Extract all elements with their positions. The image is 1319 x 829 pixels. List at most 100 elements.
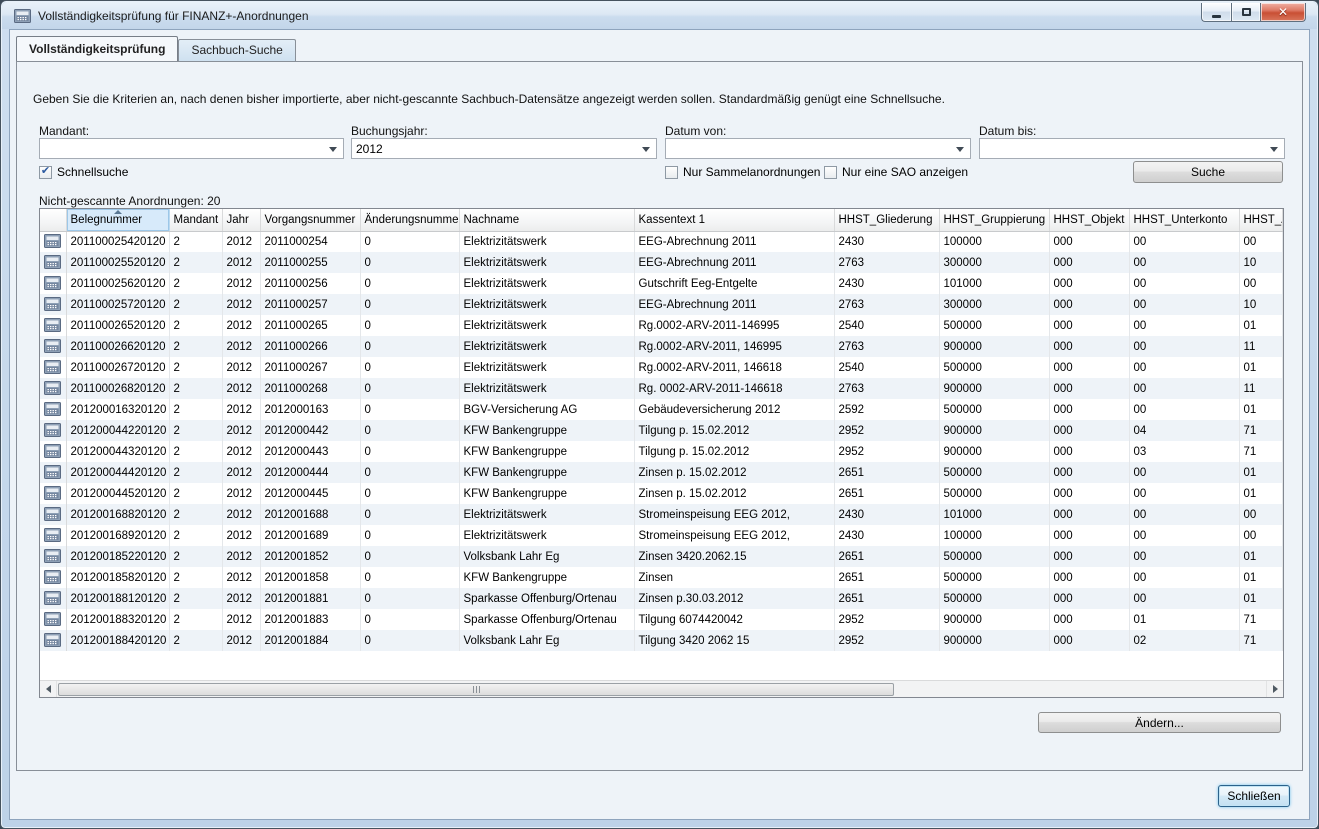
datum-bis-combobox[interactable]	[979, 138, 1285, 159]
column-header-nachname[interactable]: Nachname	[459, 209, 634, 231]
cell-hhst-gruppierung: 500000	[939, 567, 1049, 588]
titlebar[interactable]: Vollständigkeitsprüfung für FINANZ+-Anor…	[2, 2, 1317, 29]
cell-hhst-gruppierung: 100000	[939, 231, 1049, 252]
table-row[interactable]: 2012000445201202201220120004450KFW Banke…	[40, 483, 1283, 504]
row-ledger-icon[interactable]	[40, 504, 66, 525]
table-row[interactable]: 2011000255201202201220110002550Elektrizi…	[40, 252, 1283, 273]
column-header-jahr[interactable]: Jahr	[222, 209, 260, 231]
row-ledger-icon[interactable]	[40, 588, 66, 609]
row-ledger-icon[interactable]	[40, 252, 66, 273]
table-row[interactable]: 2012001858201202201220120018580KFW Banke…	[40, 567, 1283, 588]
cell-hhst-gliederung: 2952	[834, 609, 939, 630]
scrollbar-thumb[interactable]	[58, 683, 894, 696]
row-ledger-icon[interactable]	[40, 630, 66, 651]
table-row[interactable]: 2012000442201202201220120004420KFW Banke…	[40, 420, 1283, 441]
cell-jahr: 2012	[222, 294, 260, 315]
table-row[interactable]: 2011000257201202201220110002570Elektrizi…	[40, 294, 1283, 315]
table-row[interactable]: 2011000267201202201220110002670Elektrizi…	[40, 357, 1283, 378]
scroll-right-button[interactable]	[1266, 681, 1283, 698]
cell-hhst-gliederung: 2763	[834, 294, 939, 315]
table-row[interactable]: 2011000268201202201220110002680Elektrizi…	[40, 378, 1283, 399]
table-row[interactable]: 2012001852201202201220120018520Volksbank…	[40, 546, 1283, 567]
cell-nachname: Elektrizitätswerk	[459, 294, 634, 315]
nur-eine-sao-checkbox[interactable]: Nur eine SAO anzeigen	[824, 165, 968, 179]
column-header-vorgangsnummer[interactable]: Vorgangsnummer	[260, 209, 360, 231]
row-ledger-icon[interactable]	[40, 525, 66, 546]
row-ledger-icon[interactable]	[40, 231, 66, 252]
row-ledger-icon[interactable]	[40, 315, 66, 336]
cell-hhst-art: 01	[1239, 483, 1283, 504]
table-row[interactable]: 2012000443201202201220120004430KFW Banke…	[40, 441, 1283, 462]
table-row[interactable]: 2012001883201202201220120018830Sparkasse…	[40, 609, 1283, 630]
column-header-mandant[interactable]: Mandant	[169, 209, 222, 231]
table-row[interactable]: 2012000444201202201220120004440KFW Banke…	[40, 462, 1283, 483]
cell-belegnummer: 201200185820120	[66, 567, 169, 588]
scroll-left-button[interactable]	[40, 681, 57, 698]
result-count-label: Nicht-gescannte Anordnungen: 20	[39, 194, 220, 208]
row-ledger-icon[interactable]	[40, 462, 66, 483]
row-ledger-icon[interactable]	[40, 357, 66, 378]
nur-sammelanordnungen-checkbox[interactable]: Nur Sammelanordnungen	[665, 165, 820, 179]
schnellsuche-checkbox[interactable]: Schnellsuche	[39, 165, 128, 179]
row-ledger-icon[interactable]	[40, 273, 66, 294]
row-ledger-icon[interactable]	[40, 378, 66, 399]
aendern-button[interactable]: Ändern...	[1038, 712, 1281, 733]
cell-hhst-gruppierung: 500000	[939, 462, 1049, 483]
row-ledger-icon[interactable]	[40, 609, 66, 630]
table-row[interactable]: 2012001884201202201220120018840Volksbank…	[40, 630, 1283, 651]
horizontal-scrollbar[interactable]	[40, 680, 1283, 697]
suche-button[interactable]: Suche	[1133, 161, 1283, 183]
cell-hhst-unterkonto: 00	[1129, 273, 1239, 294]
column-header-hhst-gruppierung[interactable]: HHST_Gruppierung	[939, 209, 1049, 231]
cell-hhst-objekt: 000	[1049, 546, 1129, 567]
cell-kassentext-1: Rg.0002-ARV-2011, 146618	[634, 357, 834, 378]
row-ledger-icon[interactable]	[40, 420, 66, 441]
cell-hhst-unterkonto: 00	[1129, 546, 1239, 567]
column-header-belegnummer[interactable]: Belegnummer	[66, 209, 169, 231]
cell-jahr: 2012	[222, 546, 260, 567]
column-header-hhst-unterkonto[interactable]: HHST_Unterkonto	[1129, 209, 1239, 231]
tab-vollstaendigkeitspruefung[interactable]: Vollständigkeitsprüfung	[16, 36, 178, 61]
schliessen-button[interactable]: Schließen	[1218, 785, 1290, 807]
table-row[interactable]: 2011000266201202201220110002660Elektrizi…	[40, 336, 1283, 357]
row-ledger-icon[interactable]	[40, 546, 66, 567]
column-header-hhst-objekt[interactable]: HHST_Objekt	[1049, 209, 1129, 231]
cell-hhst-objekt: 000	[1049, 378, 1129, 399]
row-ledger-icon[interactable]	[40, 567, 66, 588]
cell-jahr: 2012	[222, 630, 260, 651]
table-row[interactable]: 2011000254201202201220110002540Elektrizi…	[40, 231, 1283, 252]
cell--nderungsnummer: 0	[360, 420, 459, 441]
column-header-icon[interactable]	[40, 209, 66, 231]
table-row[interactable]: 2012001688201202201220120016880Elektrizi…	[40, 504, 1283, 525]
cell-hhst-art: 71	[1239, 609, 1283, 630]
close-button[interactable]: ✕	[1260, 3, 1306, 22]
row-ledger-icon[interactable]	[40, 399, 66, 420]
cell-hhst-gruppierung: 500000	[939, 357, 1049, 378]
maximize-button[interactable]	[1231, 3, 1260, 22]
row-ledger-icon[interactable]	[40, 483, 66, 504]
row-ledger-icon[interactable]	[40, 294, 66, 315]
column-header-hhst-art[interactable]: HHST_Art	[1239, 209, 1283, 231]
column-header-hhst-gliederung[interactable]: HHST_Gliederung	[834, 209, 939, 231]
mandant-combobox[interactable]	[39, 138, 344, 159]
row-ledger-icon[interactable]	[40, 441, 66, 462]
tab-sachbuch-suche[interactable]: Sachbuch-Suche	[178, 39, 295, 61]
table-row[interactable]: 2011000256201202201220110002560Elektrizi…	[40, 273, 1283, 294]
cell--nderungsnummer: 0	[360, 357, 459, 378]
table-header-row: BelegnummerMandantJahrVorgangsnummerÄnde…	[40, 209, 1283, 231]
column-header-kassentext-1[interactable]: Kassentext 1	[634, 209, 834, 231]
table-row[interactable]: 2012001881201202201220120018810Sparkasse…	[40, 588, 1283, 609]
buchungsjahr-combobox[interactable]: 2012	[351, 138, 657, 159]
cell-vorgangsnummer: 2012001883	[260, 609, 360, 630]
table-row[interactable]: 2012000163201202201220120001630BGV-Versi…	[40, 399, 1283, 420]
row-ledger-icon[interactable]	[40, 336, 66, 357]
cell-belegnummer: 201100025420120	[66, 231, 169, 252]
table-row[interactable]: 2011000265201202201220110002650Elektrizi…	[40, 315, 1283, 336]
cell-hhst-art: 01	[1239, 588, 1283, 609]
minimize-button[interactable]	[1201, 3, 1231, 22]
column-header--nderungsnummer[interactable]: Änderungsnummer	[360, 209, 459, 231]
table-row[interactable]: 2012001689201202201220120016890Elektrizi…	[40, 525, 1283, 546]
datum-von-combobox[interactable]	[665, 138, 971, 159]
cell-jahr: 2012	[222, 336, 260, 357]
cell-hhst-gruppierung: 300000	[939, 252, 1049, 273]
